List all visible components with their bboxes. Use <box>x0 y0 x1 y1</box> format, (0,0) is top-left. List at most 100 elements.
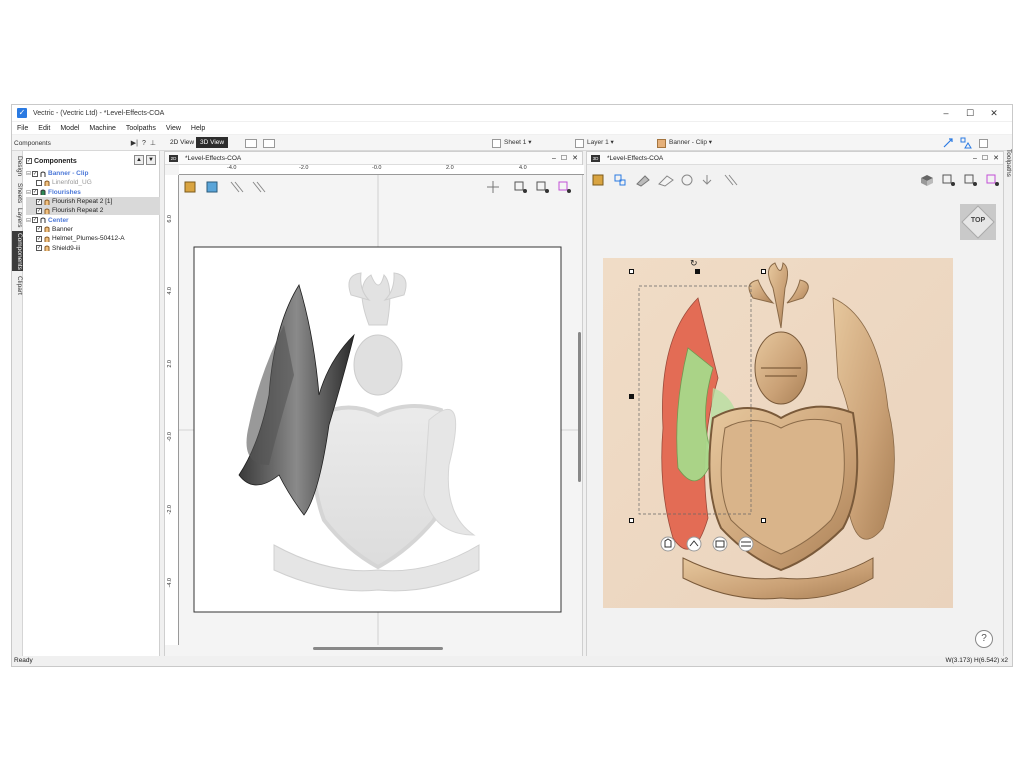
selection-handle[interactable] <box>629 269 634 274</box>
tree-item-label: Flourish Repeat 2 <box>52 207 104 215</box>
selection-handle[interactable] <box>695 269 700 274</box>
tab-design[interactable]: Design <box>12 153 23 179</box>
horizontal-scrollbar[interactable] <box>313 647 443 650</box>
view-close-button[interactable]: ✕ <box>572 152 578 165</box>
split-horizontal-icon[interactable] <box>245 137 257 149</box>
visibility-checkbox[interactable]: ✓ <box>36 207 42 214</box>
tree-item-linenfold[interactable]: Linenfold_UG <box>26 178 160 187</box>
view-iso-icon[interactable] <box>917 172 935 188</box>
shaded-view-icon[interactable] <box>635 172 651 188</box>
drop-view-icon[interactable] <box>701 172 717 188</box>
menu-edit[interactable]: Edit <box>33 125 55 132</box>
tab-toolpaths[interactable]: Toolpaths <box>1000 133 1012 193</box>
split-vertical-icon[interactable] <box>263 137 275 149</box>
visibility-checkbox[interactable]: ✓ <box>32 189 38 196</box>
component-properties-icon[interactable] <box>738 536 754 552</box>
tab-2d-view[interactable]: 2D View <box>166 137 198 148</box>
menu-file[interactable]: File <box>12 125 33 132</box>
selection-handle[interactable] <box>629 518 634 523</box>
component-icon <box>44 245 50 252</box>
visibility-checkbox[interactable]: ✓ <box>32 217 38 224</box>
move-down-button[interactable]: ▼ <box>146 155 156 165</box>
tab-layers[interactable]: Layers <box>12 207 23 229</box>
view-3d-window[interactable]: 3D *Level-Effects-COA – ☐ ✕ TOP ↻ ? <box>586 151 1004 658</box>
visibility-checkbox[interactable]: ✓ <box>36 226 42 233</box>
tree-item-label: Banner - Clip <box>48 170 89 178</box>
tree-item-flourish-repeat-2[interactable]: ✓ Flourish Repeat 2 <box>26 206 160 216</box>
rotate-view-icon[interactable] <box>679 172 695 188</box>
menu-view[interactable]: View <box>161 125 186 132</box>
maximize-button[interactable]: ☐ <box>958 105 982 121</box>
title-bar: ✓ Vectric - (Vectric Ltd) - *Level-Effec… <box>12 105 1012 121</box>
fade-component-icon[interactable] <box>712 536 728 552</box>
components-tree: ⊟ ✓ Banner - Clip Linenfold_UG ⊟ ✓ Flour… <box>26 169 160 253</box>
move-up-button[interactable]: ▲ <box>134 155 144 165</box>
view-maximize-button[interactable]: ☐ <box>982 152 988 165</box>
tree-item-label: Flourish Repeat 2 [1] <box>52 198 113 206</box>
menu-model[interactable]: Model <box>55 125 84 132</box>
tab-sheets[interactable]: Sheets <box>12 181 23 205</box>
ruler-vertical: 6.0 4.0 2.0 -0.0 -2.0 -4.0 <box>165 175 179 645</box>
visibility-checkbox[interactable]: ✓ <box>36 198 42 205</box>
view-cube[interactable]: TOP <box>960 204 996 240</box>
shape-height-icon[interactable] <box>660 536 676 552</box>
model-canvas-3d[interactable] <box>603 258 953 608</box>
close-button[interactable]: ✕ <box>982 105 1006 121</box>
selection-handle[interactable] <box>761 269 766 274</box>
menu-machine[interactable]: Machine <box>84 125 120 132</box>
rotate-handle-icon[interactable]: ↻ <box>690 258 698 269</box>
minimize-button[interactable]: – <box>934 105 958 121</box>
ruler-tick-label: -2.0 <box>167 505 173 515</box>
group-icon <box>40 171 46 177</box>
zoom-selection-3d-icon[interactable] <box>983 172 1001 188</box>
menu-toolpaths[interactable]: Toolpaths <box>121 125 161 132</box>
tree-item-flourish-repeat-2-1[interactable]: ✓ Flourish Repeat 2 [1] <box>26 196 160 207</box>
select-box-icon[interactable] <box>979 137 988 149</box>
transform-tool-icon[interactable] <box>942 137 954 149</box>
menu-help[interactable]: Help <box>186 125 210 132</box>
visibility-checkbox[interactable]: ✓ <box>36 235 42 242</box>
components-visibility-checkbox[interactable]: ✓ <box>26 158 32 164</box>
dock-icon[interactable]: ▶| <box>131 137 138 151</box>
tree-item-helmet-plumes[interactable]: ✓ Helmet_Plumes-50412-A <box>26 234 160 243</box>
selection-handle[interactable] <box>761 518 766 523</box>
vertical-scrollbar[interactable] <box>578 332 581 482</box>
visibility-checkbox[interactable]: ✓ <box>36 245 42 252</box>
tree-item-flourishes[interactable]: ⊟ ✓ Flourishes <box>26 188 160 197</box>
zoom-extents-3d-icon[interactable] <box>961 172 979 188</box>
view-minimize-button[interactable]: – <box>973 152 977 165</box>
visibility-checkbox[interactable]: ✓ <box>32 170 38 177</box>
tree-item-banner[interactable]: ✓ Banner <box>26 225 160 234</box>
tab-components[interactable]: Components <box>12 231 23 271</box>
tab-clipart[interactable]: Clipart <box>12 273 23 297</box>
layer-selector[interactable]: Layer 1 ▾ <box>575 137 614 149</box>
components-section-title: Components <box>34 157 77 165</box>
view-2d-badge: 2D <box>169 155 178 162</box>
tree-item-shield[interactable]: ✓ Shield9-iii <box>26 243 160 252</box>
view-3d-badge: 3D <box>591 155 600 162</box>
drawing-canvas-2d[interactable] <box>179 175 579 645</box>
view-2d-window[interactable]: 2D *Level-Effects-COA – ☐ ✕ -4.0 -2.0 -0… <box>164 151 584 658</box>
help-icon[interactable]: ? <box>142 137 146 151</box>
tab-3d-view[interactable]: 3D View <box>196 137 229 148</box>
view-maximize-button[interactable]: ☐ <box>561 152 567 165</box>
tree-item-label: Linenfold_UG <box>52 179 92 187</box>
visibility-checkbox[interactable] <box>36 179 42 186</box>
sheet-selector[interactable]: Sheet 1 ▾ <box>492 137 531 149</box>
node-edit-icon[interactable] <box>960 137 972 149</box>
view-minimize-button[interactable]: – <box>552 152 556 165</box>
view-close-button[interactable]: ✕ <box>993 152 999 165</box>
material-setup-3d-icon[interactable] <box>591 172 607 188</box>
component-selector[interactable]: Banner - Clip ▾ <box>657 137 712 149</box>
material-view-icon[interactable] <box>657 172 673 188</box>
tilt-component-icon[interactable] <box>686 536 702 552</box>
toolpath-3d-icon[interactable] <box>723 172 739 188</box>
ruler-horizontal: -4.0 -2.0 -0.0 2.0 4.0 <box>179 165 584 175</box>
pin-icon[interactable]: ⊥ <box>150 137 156 151</box>
selection-handle[interactable] <box>629 394 634 399</box>
component-tree-icon[interactable] <box>613 172 629 188</box>
help-button[interactable]: ? <box>975 630 993 648</box>
tree-item-center[interactable]: ⊟ ✓ Center <box>26 215 160 224</box>
tree-item-banner-clip[interactable]: ⊟ ✓ Banner - Clip <box>26 169 160 178</box>
zoom-box-3d-icon[interactable] <box>939 172 957 188</box>
